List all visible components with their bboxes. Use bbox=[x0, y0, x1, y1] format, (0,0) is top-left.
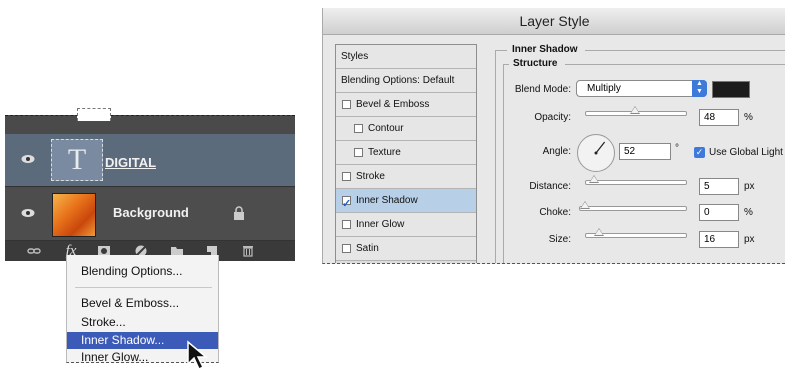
style-item-contour[interactable]: Contour bbox=[336, 117, 476, 141]
angle-input[interactable]: 52 bbox=[619, 143, 671, 160]
style-item-stroke[interactable]: Stroke bbox=[336, 165, 476, 189]
style-item-texture[interactable]: Texture bbox=[336, 141, 476, 165]
menu-separator bbox=[75, 287, 212, 288]
use-global-light-checkbox[interactable]: ✓ bbox=[694, 147, 705, 158]
group-border bbox=[495, 50, 496, 263]
menu-item-blending-options[interactable]: Blending Options... bbox=[67, 263, 218, 280]
layer-name: Background bbox=[113, 205, 189, 220]
layer-style-dialog: Layer Style Styles Blending Options: Def… bbox=[322, 8, 785, 264]
distance-unit: px bbox=[744, 181, 755, 192]
eye-icon[interactable] bbox=[21, 154, 35, 164]
dialog-titlebar[interactable]: Layer Style bbox=[323, 8, 785, 35]
checkbox[interactable] bbox=[342, 172, 351, 181]
size-label: Size: bbox=[548, 234, 571, 245]
mouse-pointer-icon bbox=[187, 340, 209, 371]
trash-icon[interactable] bbox=[241, 245, 255, 257]
choke-label: Choke: bbox=[539, 207, 571, 218]
style-item-satin[interactable]: Satin bbox=[336, 237, 476, 261]
size-slider[interactable] bbox=[585, 228, 687, 238]
dialog-title: Layer Style bbox=[519, 13, 590, 29]
distance-input[interactable]: 5 bbox=[699, 178, 739, 195]
opacity-slider[interactable] bbox=[585, 106, 687, 116]
checkbox-checked[interactable] bbox=[342, 192, 351, 216]
layer-row-digital[interactable]: T DIGITAL bbox=[5, 134, 295, 187]
size-slider-handle[interactable] bbox=[594, 228, 605, 236]
lock-icon bbox=[234, 206, 244, 220]
style-item-inner-shadow[interactable]: Inner Shadow bbox=[336, 189, 476, 216]
menu-item-bevel-emboss[interactable]: Bevel & Emboss... bbox=[67, 295, 218, 312]
angle-dial-needle-icon bbox=[594, 141, 606, 155]
panel-tab-stub bbox=[77, 108, 111, 121]
shadow-color-swatch[interactable] bbox=[712, 81, 750, 98]
blend-mode-label: Blend Mode: bbox=[514, 84, 571, 95]
checkbox[interactable] bbox=[354, 148, 363, 157]
blend-mode-value: Multiply bbox=[587, 83, 621, 94]
group-title: Structure bbox=[513, 58, 558, 69]
type-layer-thumbnail: T bbox=[51, 139, 103, 181]
opacity-unit: % bbox=[744, 112, 753, 123]
style-item-bevel-emboss[interactable]: Bevel & Emboss bbox=[336, 93, 476, 117]
link-icon[interactable] bbox=[27, 245, 41, 257]
angle-label: Angle: bbox=[542, 146, 571, 157]
opacity-label: Opacity: bbox=[534, 112, 571, 123]
section-title: Inner Shadow bbox=[512, 44, 578, 55]
style-item-inner-glow[interactable]: Inner Glow bbox=[336, 213, 476, 237]
eye-icon[interactable] bbox=[21, 208, 35, 218]
checkbox[interactable] bbox=[342, 244, 351, 253]
angle-unit: ° bbox=[675, 143, 679, 154]
blending-options-item[interactable]: Blending Options: Default bbox=[336, 69, 476, 93]
distance-slider[interactable] bbox=[585, 175, 687, 185]
checkbox[interactable] bbox=[342, 100, 351, 109]
choke-unit: % bbox=[744, 207, 753, 218]
choke-slider[interactable] bbox=[579, 201, 687, 211]
distance-slider-handle[interactable] bbox=[588, 175, 599, 183]
blend-mode-select[interactable]: Multiply ▲ ▼ bbox=[576, 80, 707, 97]
size-input[interactable]: 16 bbox=[699, 231, 739, 248]
layer-row-background[interactable]: Background bbox=[5, 188, 295, 241]
checkbox[interactable] bbox=[354, 124, 363, 133]
group-border bbox=[565, 64, 785, 65]
use-global-light-label: Use Global Light bbox=[709, 147, 783, 158]
checkbox[interactable] bbox=[342, 220, 351, 229]
choke-slider-handle[interactable] bbox=[580, 201, 590, 209]
layer-name: DIGITAL bbox=[105, 155, 157, 170]
styles-header[interactable]: Styles bbox=[336, 45, 476, 69]
styles-list: Styles Blending Options: Default Bevel &… bbox=[335, 44, 477, 263]
opacity-slider-handle[interactable] bbox=[630, 106, 641, 114]
background-thumbnail bbox=[52, 193, 96, 237]
select-arrows-icon: ▲ ▼ bbox=[692, 80, 707, 97]
size-unit: px bbox=[744, 234, 755, 245]
angle-dial[interactable] bbox=[577, 134, 615, 172]
distance-label: Distance: bbox=[529, 181, 571, 192]
layers-panel: T DIGITAL Background fx bbox=[5, 108, 295, 261]
choke-input[interactable]: 0 bbox=[699, 204, 739, 221]
menu-item-stroke[interactable]: Stroke... bbox=[67, 314, 218, 331]
opacity-input[interactable]: 48 bbox=[699, 109, 739, 126]
group-border bbox=[495, 50, 507, 51]
group-border bbox=[585, 50, 785, 51]
